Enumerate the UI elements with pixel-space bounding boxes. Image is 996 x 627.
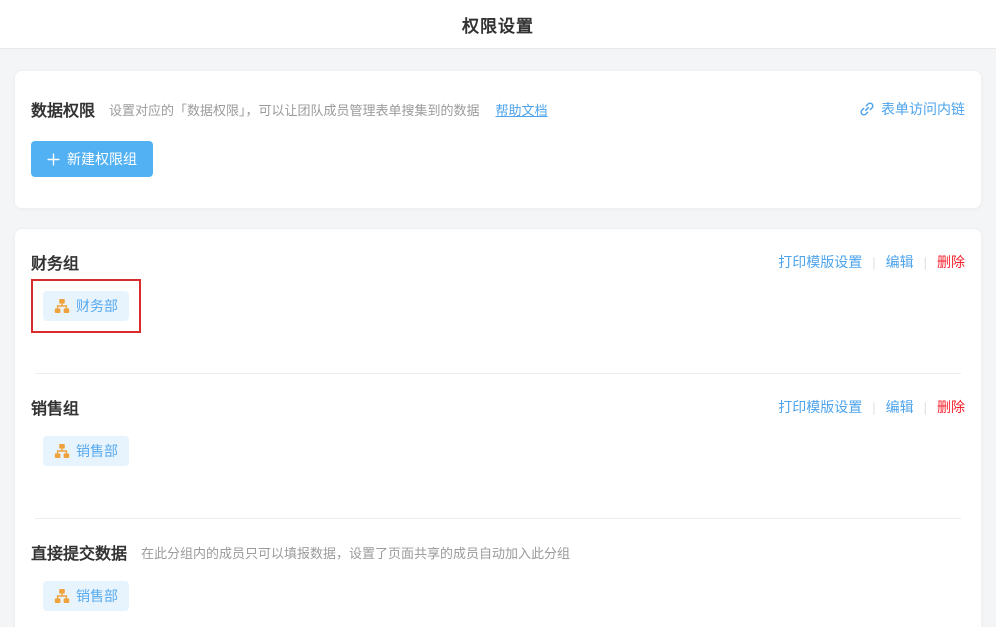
group-section-direct-submit: 直接提交数据 在此分组内的成员只可以填报数据，设置了页面共享的成员自动加入此分组… <box>15 519 981 627</box>
red-highlight-box: 财务部 <box>31 279 141 333</box>
plus-icon <box>47 153 60 166</box>
action-separator: | <box>872 400 875 415</box>
page-header: 权限设置 <box>0 0 996 49</box>
form-access-link[interactable]: 表单访问内链 <box>859 99 965 119</box>
help-doc-link[interactable]: 帮助文档 <box>496 100 548 119</box>
new-permission-group-button[interactable]: 新建权限组 <box>31 141 153 177</box>
group-description: 在此分组内的成员只可以填报数据，设置了页面共享的成员自动加入此分组 <box>141 543 570 562</box>
org-chart-icon <box>54 443 70 459</box>
new-permission-group-label: 新建权限组 <box>67 149 137 169</box>
department-tag[interactable]: 销售部 <box>43 581 129 611</box>
department-tag-label: 销售部 <box>76 586 118 606</box>
print-template-link[interactable]: 打印模版设置 <box>778 252 862 272</box>
action-separator: | <box>924 255 927 270</box>
group-section-finance: 财务组 打印模版设置 | 编辑 | 删除 <box>15 229 981 373</box>
org-chart-icon <box>54 588 70 604</box>
action-separator: | <box>924 400 927 415</box>
link-icon <box>859 101 875 117</box>
group-title: 财务组 <box>31 250 79 274</box>
edit-link[interactable]: 编辑 <box>886 252 914 272</box>
permission-groups-card: 财务组 打印模版设置 | 编辑 | 删除 <box>14 228 982 627</box>
delete-link[interactable]: 删除 <box>937 252 965 272</box>
group-title: 直接提交数据 <box>31 540 127 564</box>
department-tag[interactable]: 财务部 <box>43 291 129 321</box>
department-tag-label: 销售部 <box>76 441 118 461</box>
print-template-link[interactable]: 打印模版设置 <box>778 397 862 417</box>
group-section-sales: 销售组 打印模版设置 | 编辑 | 删除 销 <box>15 374 981 518</box>
edit-link[interactable]: 编辑 <box>886 397 914 417</box>
data-permission-title: 数据权限 <box>31 97 95 121</box>
form-access-label: 表单访问内链 <box>881 99 965 119</box>
action-separator: | <box>872 255 875 270</box>
page-title: 权限设置 <box>462 12 534 37</box>
data-permission-card: 数据权限 设置对应的「数据权限」，可以让团队成员管理表单搜集到的数据 帮助文档 … <box>14 70 982 209</box>
department-tag[interactable]: 销售部 <box>43 436 129 466</box>
group-title: 销售组 <box>31 395 79 419</box>
department-tag-label: 财务部 <box>76 296 118 316</box>
data-permission-description: 设置对应的「数据权限」，可以让团队成员管理表单搜集到的数据 <box>109 100 480 119</box>
org-chart-icon <box>54 298 70 314</box>
delete-link[interactable]: 删除 <box>937 397 965 417</box>
